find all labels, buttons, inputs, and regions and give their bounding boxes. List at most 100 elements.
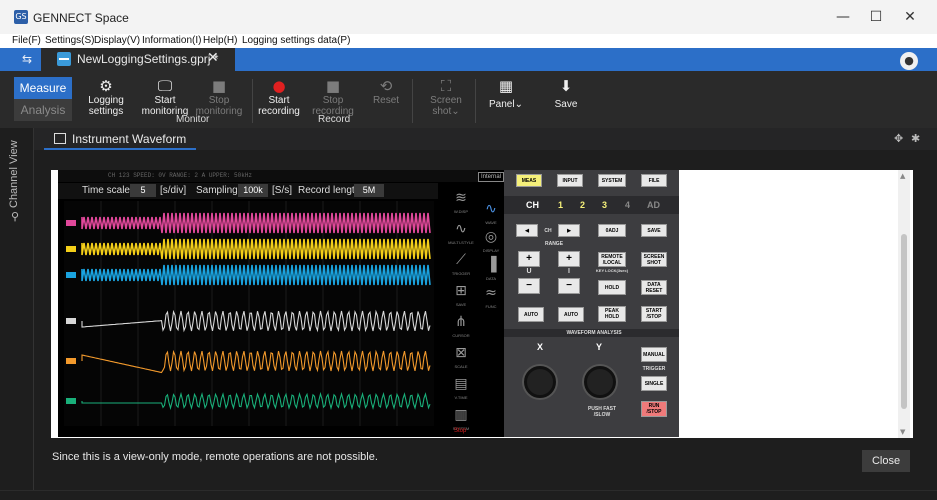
start-recording-button[interactable]: ● Start recording [249,77,309,117]
u-range-plus-key[interactable]: + [518,251,540,267]
peak-hold-key[interactable]: PEAK HOLD [598,306,626,322]
menu-display[interactable]: Display(V) [94,34,140,48]
view-data-icon[interactable]: ▐ [480,256,502,278]
knob-y[interactable] [584,366,616,398]
start-recording-label-1: Start [268,95,290,106]
screenshot-label-2: shot⌄ [432,106,460,117]
channel-row: CH 1 2 3 4 AD [504,196,679,214]
save-button[interactable]: ⬇ Save [536,77,596,110]
file-tab[interactable]: NewLoggingSettings.gprj * ✕ [41,48,235,71]
function-cursor-icon[interactable]: ⋔ [450,313,472,335]
reset-button[interactable]: ⟲ Reset [356,77,416,106]
ch-ad[interactable]: AD [647,200,660,210]
start-stop-key[interactable]: START /STOP [641,306,667,322]
trace-ch2 [81,238,431,260]
record-length-value: 5M [354,184,384,197]
menu-settings[interactable]: Settings(S) [45,34,94,48]
view-caption: WAVE [485,220,497,225]
toolbar-separator [412,79,413,123]
scroll-down-arrow-icon[interactable]: ▼ [900,428,905,436]
stop-monitoring-button[interactable]: ■ Stop monitoring [189,77,249,117]
ch-4[interactable]: 4 [625,200,630,210]
view-wave-icon[interactable]: ∿ [480,200,502,222]
ch-2[interactable]: 2 [580,200,585,210]
i-auto-key[interactable]: AUTO [558,307,584,322]
mode-measure-button[interactable]: Measure [14,77,72,99]
waveform-plot [64,201,434,426]
function-v-time-icon[interactable]: ▤ [450,375,472,397]
screenshot-button[interactable]: ⛶ Screen shot⌄ [416,77,476,117]
mode-analysis-button[interactable]: Analysis [14,99,72,121]
function-multi-style-icon[interactable]: ∿ [450,220,472,242]
ch-next-key[interactable]: ▶ [558,224,580,237]
screenshot-icon: ⛶ [440,77,452,95]
menu-information[interactable]: Information(I) [142,34,201,48]
view-only-notice: Since this is a view-only mode, remote o… [52,451,378,463]
ch-1[interactable]: 1 [558,200,563,210]
user-account-icon[interactable]: ● [900,52,918,70]
meas-key[interactable]: MEAS [516,174,542,187]
function-save-icon[interactable]: ⊞ [450,282,472,304]
zero-adjust-key[interactable]: 0ADJ [598,224,626,237]
menu-help[interactable]: Help(H) [203,34,237,48]
knob-y-label: Y [596,342,603,352]
u-auto-key[interactable]: AUTO [518,307,544,322]
scroll-up-arrow-icon[interactable]: ▲ [900,172,905,180]
scroll-thumb[interactable] [901,234,907,409]
record-dot-icon: ● [272,77,286,95]
function-trigger-icon[interactable]: ⟋ [450,251,472,273]
start-monitoring-button[interactable]: 🖵 Start monitoring [135,77,195,117]
hold-key[interactable]: HOLD [598,280,626,295]
knob-x[interactable] [524,366,556,398]
file-tab-close-icon[interactable]: ✕ [207,50,219,66]
u-range-minus-key[interactable]: − [518,278,540,294]
function-system-icon[interactable]: ▥ [450,406,472,428]
pin-icon[interactable]: ✥ [894,132,903,145]
system-key[interactable]: SYSTEM [598,174,626,187]
function-w-disp-icon[interactable]: ≋ [450,189,472,211]
channel-marker-ch1 [66,220,76,226]
save-key[interactable]: SAVE [641,224,667,237]
view-display-icon[interactable]: ◎ [480,228,502,250]
ch-3[interactable]: 3 [602,200,607,210]
panel-label: Panel⌄ [489,99,523,110]
instrument-waveform-label: Instrument Waveform [72,132,187,146]
channel-view-sidebar[interactable]: ⚲ Channel View [0,128,34,490]
input-key[interactable]: INPUT [557,174,583,187]
file-key[interactable]: FILE [641,174,667,187]
function-scale-icon[interactable]: ⊠ [450,344,472,366]
knob-x-label: X [537,342,544,352]
i-range-minus-key[interactable]: − [558,278,580,294]
screen-shot-key[interactable]: SCREEN SHOT [641,252,667,267]
close-button[interactable]: Close [862,450,910,472]
remote-local-key[interactable]: REMOTE /LOCAL [598,252,626,267]
i-range-plus-key[interactable]: + [558,251,580,267]
panel-button[interactable]: ▦ Panel⌄ [476,77,536,110]
gear-icon: ⚙ [99,77,113,95]
toolbar: Measure Analysis ⚙ Logging settings 🖵 St… [0,71,937,128]
logging-settings-button[interactable]: ⚙ Logging settings [76,77,136,117]
download-icon: ⬇ [559,77,573,95]
close-window-button[interactable]: ✕ [887,0,933,34]
time-scale-value: 5 [130,184,156,197]
instrument-screen: CH 123 SPEED: 0V RANGE: 2 A UPPER: 50kHz… [58,170,504,437]
panel-settings-icon[interactable]: ✱ [911,132,920,145]
menu-file[interactable]: File(F) [12,34,41,48]
function-caption: W.DISP [453,209,468,214]
ch-prev-key[interactable]: ◀ [516,224,538,237]
single-key[interactable]: SINGLE [641,376,667,391]
channel-marker-ch2 [66,246,76,252]
link-icon[interactable]: ⇆ [22,52,32,66]
view-func-icon[interactable]: ≈ [480,284,502,306]
stop-recording-button[interactable]: ■ Stop recording [303,77,363,117]
vertical-scrollbar[interactable]: ▲ ▼ [898,170,910,438]
run-stop-key[interactable]: RUN /STOP [641,401,667,417]
data-reset-key[interactable]: DATA RESET [641,280,667,295]
waveform-window-icon [54,133,66,144]
menu-logging-settings-data[interactable]: Logging settings data(P) [242,34,350,48]
instrument-waveform-tab[interactable]: Instrument Waveform [44,128,196,150]
record-length-label: Record length [298,185,361,196]
manual-key[interactable]: MANUAL [641,347,667,362]
panel-grid-icon: ▦ [498,77,514,95]
trace-ch1 [81,212,431,234]
